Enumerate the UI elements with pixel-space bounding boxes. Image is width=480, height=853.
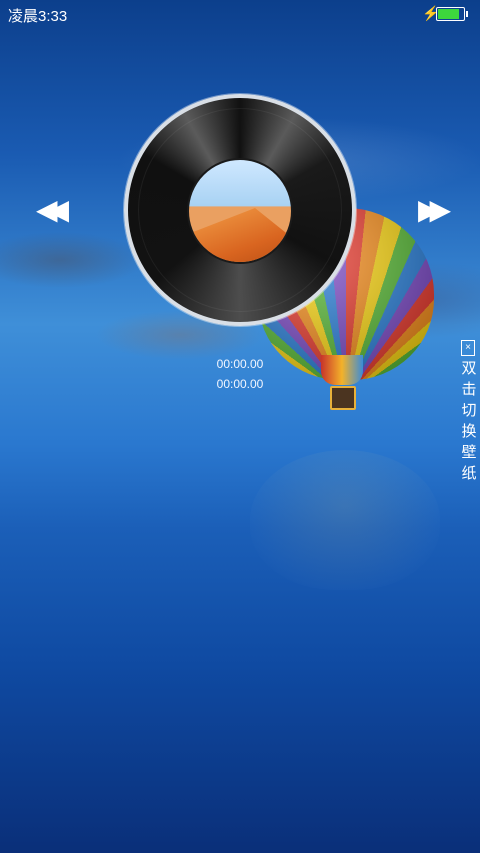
fast-forward-button[interactable]: ▶▶ — [418, 194, 451, 225]
hint-char: 换 — [461, 423, 477, 440]
balloon-basket — [330, 386, 356, 410]
balloon-neck — [321, 355, 363, 385]
rewind-icon: ◀◀ — [36, 194, 69, 225]
wallpaper-switch-hint[interactable]: 双 击 切 换 壁 纸 — [458, 358, 480, 484]
status-bar: 凌晨3:33 ⚡ — [0, 0, 480, 28]
fast-forward-icon: ▶▶ — [418, 194, 451, 225]
hint-char: 双 — [461, 360, 477, 377]
current-time: 00:00.00 — [216, 357, 264, 371]
hint-char: 击 — [461, 381, 477, 398]
battery-icon — [436, 7, 468, 21]
hint-char: 切 — [461, 402, 477, 419]
status-clock: 凌晨3:33 — [8, 8, 68, 25]
album-cover-art[interactable] — [187, 158, 293, 264]
hint-char: 壁 — [461, 444, 477, 461]
close-icon[interactable]: × — [461, 340, 475, 356]
rewind-button[interactable]: ◀◀ — [36, 194, 69, 225]
balloon-reflection — [250, 450, 440, 590]
hint-char: 纸 — [461, 465, 477, 482]
total-time: 00:00.00 — [216, 377, 264, 391]
